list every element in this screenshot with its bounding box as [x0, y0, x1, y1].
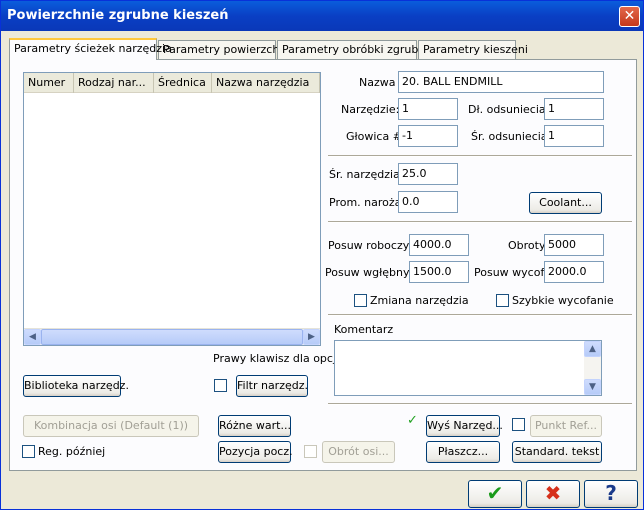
column-tool-name[interactable]: Nazwa narzędzia: [212, 73, 320, 93]
column-number[interactable]: Numer: [24, 73, 74, 93]
length-offset-field[interactable]: 1: [544, 98, 604, 120]
tool-list-header: Numer Rodzaj nar... Średnica Nazwa narzę…: [24, 73, 320, 93]
corner-radius-label: Prom. naroża:: [329, 196, 406, 209]
show-tool-button[interactable]: Wyś Narzęd...: [426, 415, 503, 437]
help-question-icon: ?: [605, 481, 617, 505]
tool-name-field[interactable]: 20. BALL ENDMILL: [398, 71, 604, 93]
ok-button[interactable]: ✔: [468, 480, 522, 508]
length-offset-label: Dł. odsuniecia:: [468, 103, 550, 116]
head-field[interactable]: -1: [398, 125, 458, 147]
dialog-window: Powierzchnie zgrubne kieszeń ✕ Parametry…: [0, 0, 644, 510]
scroll-right-icon[interactable]: ▶: [303, 329, 320, 345]
right-click-hint: Prawy klawisz dla opcji: [213, 352, 340, 365]
reg-later-checkbox[interactable]: [22, 445, 35, 458]
tool-list[interactable]: Numer Rodzaj nar... Średnica Nazwa narzę…: [23, 72, 321, 346]
tab-surface-params[interactable]: Parametry powierzchni: [158, 40, 289, 59]
rapid-retract-label: Szybkie wycofanie: [512, 294, 614, 307]
home-position-button[interactable]: Pozycja pocz.: [218, 441, 293, 463]
checkmark-icon: ✔: [486, 481, 504, 505]
corner-radius-field[interactable]: 0.0: [398, 191, 458, 213]
standard-text-button[interactable]: Standard. tekst: [512, 441, 602, 463]
tool-name-label: Nazwa: [359, 76, 396, 89]
axis-rotation-button[interactable]: Obrót osi...: [322, 441, 395, 463]
scroll-left-icon[interactable]: ◀: [24, 329, 41, 345]
title-bar[interactable]: Powierzchnie zgrubne kieszeń ✕: [1, 1, 643, 31]
plunge-rate-field[interactable]: 1500.0: [409, 261, 469, 283]
planes-button[interactable]: Płaszcz...: [426, 441, 500, 463]
show-tool-checkbox[interactable]: ✓: [406, 414, 419, 428]
dia-offset-field[interactable]: 1: [544, 125, 604, 147]
dia-offset-label: Śr. odsuniecia:: [471, 130, 552, 143]
tab-panel: Numer Rodzaj nar... Średnica Nazwa narzę…: [9, 59, 637, 471]
ref-point-checkbox[interactable]: [512, 418, 525, 431]
comment-vscrollbar[interactable]: ▲ ▼: [584, 341, 601, 395]
misc-values-button[interactable]: Różne wart...: [218, 415, 291, 437]
tool-change-checkbox[interactable]: [354, 294, 367, 307]
tool-number-field[interactable]: 1: [398, 98, 458, 120]
scroll-thumb[interactable]: [41, 329, 303, 345]
feed-rate-label: Posuw roboczy:: [328, 239, 413, 252]
tool-filter-button[interactable]: Filtr narzędz.: [236, 375, 308, 397]
axis-combination-button[interactable]: Kombinacja osi (Default (1)): [23, 415, 199, 437]
tool-change-label: Zmiana narzędzia: [370, 294, 469, 307]
retract-rate-field[interactable]: 2000.0: [544, 261, 604, 283]
ref-point-button[interactable]: Punkt Ref...: [530, 415, 602, 437]
comment-field[interactable]: ▲ ▼: [334, 340, 602, 396]
scroll-up-icon[interactable]: ▲: [584, 341, 601, 357]
column-tool-type[interactable]: Rodzaj nar...: [74, 73, 154, 93]
comment-label: Komentarz: [334, 323, 394, 336]
tool-number-label: Narzędzie:: [341, 103, 400, 116]
scroll-down-icon[interactable]: ▼: [584, 379, 601, 395]
tool-diameter-label: Śr. narzędzia:: [329, 168, 404, 181]
tool-filter-checkbox[interactable]: [214, 379, 227, 392]
tab-roughing-params[interactable]: Parametry obróbki zgrubnej: [277, 40, 435, 59]
separator-3: [328, 314, 632, 316]
close-button[interactable]: ✕: [619, 6, 640, 27]
help-button[interactable]: ?: [584, 480, 638, 508]
plunge-rate-label: Posuw wgłębny:: [325, 266, 413, 279]
tool-library-button[interactable]: Biblioteka narzędz.: [23, 375, 129, 397]
x-cross-icon: ✖: [544, 481, 562, 505]
coolant-button[interactable]: Coolant...: [529, 192, 602, 214]
head-label: Głowica #: [346, 130, 402, 143]
feed-rate-field[interactable]: 4000.0: [409, 234, 469, 256]
spindle-speed-label: Obroty: [508, 239, 546, 252]
axis-rotation-checkbox[interactable]: [304, 445, 317, 458]
reg-later-label: Reg. później: [38, 445, 106, 458]
column-diameter[interactable]: Średnica: [154, 73, 212, 93]
separator-1: [328, 155, 632, 157]
rapid-retract-checkbox[interactable]: [496, 294, 509, 307]
window-title: Powierzchnie zgrubne kieszeń: [7, 8, 229, 23]
retract-rate-label: Posuw wycof:: [474, 266, 548, 279]
tool-list-hscrollbar[interactable]: ◀ ▶: [24, 328, 320, 345]
tool-diameter-field[interactable]: 25.0: [398, 163, 458, 185]
spindle-speed-field[interactable]: 5000: [544, 234, 604, 256]
tab-toolpath-params[interactable]: Parametry ścieżek narzędzia: [9, 38, 172, 60]
tab-pocket-params[interactable]: Parametry kieszeni: [418, 40, 528, 59]
separator-4: [328, 403, 632, 405]
separator-2: [328, 221, 632, 223]
cancel-button[interactable]: ✖: [526, 480, 580, 508]
